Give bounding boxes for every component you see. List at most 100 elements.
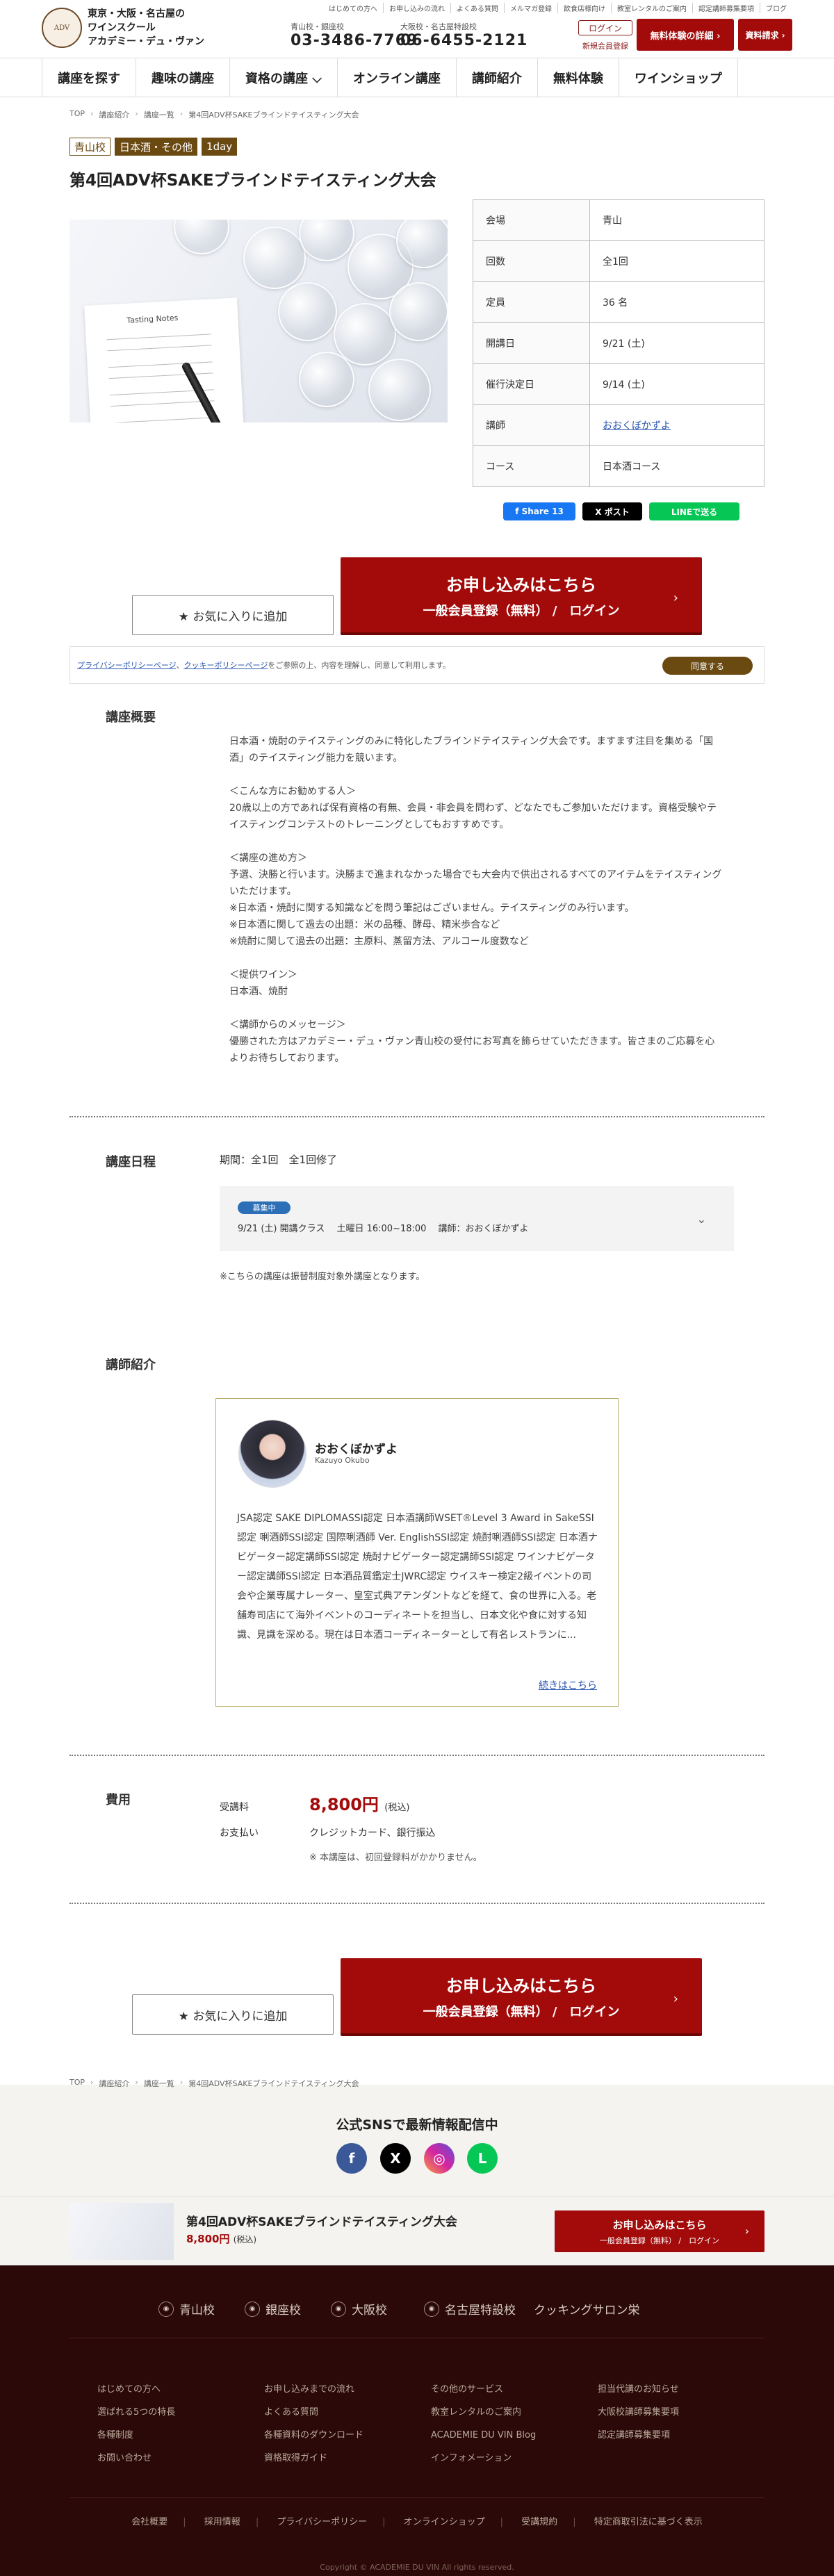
- cookie-agree-button[interactable]: 同意する: [662, 657, 753, 675]
- section-divider: [70, 1903, 764, 1904]
- table-row: 講師 おおくぼかずよ: [473, 404, 764, 446]
- teacher-link[interactable]: おおくぼかずよ: [603, 420, 671, 432]
- util-link[interactable]: お申し込みの流れ: [384, 3, 451, 13]
- footer-link[interactable]: よくある質問: [264, 2401, 363, 2424]
- apply-button[interactable]: お申し込みはこちら 一般会員登録（無料） / ログイン ›: [341, 557, 702, 635]
- footer-link[interactable]: はじめての方へ: [97, 2378, 175, 2401]
- wine-glass: [174, 220, 229, 254]
- chevron-down-icon[interactable]: ⌄: [697, 1213, 706, 1226]
- apply-button[interactable]: お申し込みはこちら 一般会員登録（無料） / ログイン ›: [341, 1958, 702, 2036]
- nav-wine-shop[interactable]: ワインショップ: [619, 58, 738, 97]
- footer-link[interactable]: インフォメーション: [431, 2447, 536, 2470]
- map-pin-icon: ◉: [331, 2301, 346, 2317]
- footer-column: その他のサービス 教室レンタルのご案内 ACADEMIE DU VIN Blog…: [431, 2378, 536, 2470]
- privacy-policy-link[interactable]: プライバシーポリシーページ: [77, 659, 177, 671]
- util-link[interactable]: はじめての方へ: [323, 3, 384, 13]
- facebook-icon[interactable]: f: [336, 2143, 367, 2174]
- footer-link[interactable]: オンラインショップ: [389, 2517, 500, 2527]
- line-icon[interactable]: L: [467, 2143, 498, 2174]
- footer-link[interactable]: 選ばれる5つの特長: [97, 2401, 175, 2424]
- breadcrumb-link[interactable]: 講座紹介: [99, 109, 129, 120]
- breadcrumb: TOP › 講座紹介 › 講座一覧 › 第4回ADV杯SAKEブラインドテイスティング…: [70, 109, 364, 120]
- footer-link[interactable]: 資格取得ガイド: [264, 2447, 363, 2470]
- cookie-consent-bar: プライバシーポリシーページ 、 クッキーポリシーページ をご参照の上、内容を理解…: [70, 646, 764, 684]
- wine-glass: [299, 352, 354, 407]
- util-link[interactable]: よくある質問: [451, 3, 505, 13]
- avatar: [238, 1420, 306, 1488]
- footer-link[interactable]: 各種制度: [97, 2424, 175, 2447]
- util-link[interactable]: メルマガ登録: [505, 3, 558, 13]
- wine-glass: [368, 359, 431, 421]
- facebook-share-button[interactable]: f Share 13: [503, 502, 575, 520]
- x-icon[interactable]: X: [380, 2143, 411, 2174]
- footer-link[interactable]: その他のサービス: [431, 2378, 536, 2401]
- footer-link[interactable]: 採用情報: [189, 2517, 256, 2527]
- site-footer: ◉ 青山校 ◉ 銀座校 ◉ 大阪校 ◉ 名古屋特設校 クッキングサロン栄 はじめての方へ…: [0, 2265, 834, 2576]
- login-button[interactable]: ログイン: [578, 20, 632, 35]
- util-link[interactable]: 認定講師募集要項: [693, 3, 760, 13]
- util-link[interactable]: 教室レンタルのご案内: [612, 3, 693, 13]
- footer-link[interactable]: お申し込みまでの流れ: [264, 2378, 363, 2401]
- sticky-price: 8,800円 (税込): [186, 2233, 257, 2245]
- footer-location-nagoya[interactable]: ◉ 名古屋特設校: [424, 2300, 516, 2317]
- site-logo[interactable]: ADV 東京・大阪・名古屋の ワインスクール アカデミー・デュ・ヴァン: [42, 7, 204, 49]
- footer-link[interactable]: 大阪校講師募集要項: [598, 2401, 679, 2424]
- sticky-title: 第4回ADV杯SAKEブラインドテイスティング大会: [186, 2215, 457, 2229]
- nav-online-courses[interactable]: オンライン講座: [338, 58, 457, 97]
- footer-link[interactable]: 教室レンタルのご案内: [431, 2401, 536, 2424]
- phone-tokyo[interactable]: 青山校・銀座校 03-3486-7769: [291, 21, 418, 49]
- request-docs-button[interactable]: 資料請求 ›: [738, 19, 792, 51]
- phone-osaka[interactable]: 大阪校・名古屋特設校 06-6455-2121: [400, 21, 528, 49]
- nav-certification-courses[interactable]: 資格の講座 ⌵: [230, 58, 338, 97]
- footer-link[interactable]: お問い合わせ: [97, 2447, 175, 2470]
- tag-school: 青山校: [70, 138, 111, 156]
- utility-links: はじめての方へ お申し込みの流れ よくある質問 メルマガ登録 飲食店様向け 教室…: [323, 3, 792, 13]
- nav-hobby-courses[interactable]: 趣味の講座: [136, 58, 230, 97]
- breadcrumb-link[interactable]: 講座紹介: [99, 2078, 129, 2089]
- footer-location-osaka[interactable]: ◉ 大阪校: [331, 2300, 387, 2317]
- course-thumbnail: [70, 2203, 174, 2260]
- footer-link[interactable]: プライバシーポリシー: [261, 2517, 382, 2527]
- footer-link[interactable]: 認定講師募集要項: [598, 2424, 679, 2447]
- util-link[interactable]: ブログ: [760, 3, 792, 13]
- footer-link[interactable]: 各種資料のダウンロード: [264, 2424, 363, 2447]
- sticky-apply-bar: 第4回ADV杯SAKEブラインドテイスティング大会 8,800円 (税込) お申…: [0, 2196, 834, 2265]
- x-post-button[interactable]: X ポスト: [582, 502, 642, 520]
- footer-link[interactable]: ACADEMIE DU VIN Blog: [431, 2424, 536, 2447]
- instagram-icon[interactable]: ◎: [424, 2143, 455, 2174]
- schedule-heading: 講座日程: [106, 1155, 156, 1170]
- global-nav: 講座を探す 趣味の講座 資格の講座 ⌵ オンライン講座 講師紹介 無料体験 ワイ…: [0, 58, 834, 97]
- course-photo: Tasting Notes: [70, 220, 448, 423]
- wine-glass: [389, 282, 448, 341]
- footer-link[interactable]: 受講規約: [506, 2517, 573, 2527]
- footer-link[interactable]: 会社概要: [116, 2517, 183, 2527]
- register-link[interactable]: 新規会員登録: [578, 40, 632, 51]
- tag-category: 日本酒・その他: [115, 138, 198, 156]
- footer-link[interactable]: 担当代講のお知らせ: [598, 2378, 679, 2401]
- nav-teachers[interactable]: 講師紹介: [457, 58, 538, 97]
- wine-glass: [334, 303, 396, 366]
- wine-glass: [278, 282, 337, 341]
- footer-location-ginza[interactable]: ◉ 銀座校: [245, 2300, 301, 2317]
- read-more-link[interactable]: 続きはこちら: [539, 1678, 597, 1692]
- add-favorite-button[interactable]: ★ お気に入りに追加: [132, 1994, 334, 2035]
- footer-location-aoyama[interactable]: ◉ 青山校: [158, 2300, 215, 2317]
- line-share-button[interactable]: LINEで送る: [649, 502, 739, 520]
- util-link[interactable]: 飲食店様向け: [558, 3, 612, 13]
- footer-salon-link[interactable]: クッキングサロン栄: [534, 2300, 640, 2317]
- breadcrumb-link[interactable]: 講座一覧: [144, 2078, 174, 2089]
- nav-free-trial[interactable]: 無料体験: [538, 58, 619, 97]
- footer-column: 担当代講のお知らせ 大阪校講師募集要項 認定講師募集要項: [598, 2378, 679, 2447]
- add-favorite-button[interactable]: ★ お気に入りに追加: [132, 595, 334, 635]
- wine-glass: [299, 220, 354, 261]
- free-trial-button[interactable]: 無料体験の詳細 ›: [637, 19, 734, 51]
- nav-search-courses[interactable]: 講座を探す: [42, 58, 136, 97]
- footer-link[interactable]: 特定商取引法に基づく表示: [579, 2517, 718, 2527]
- cookie-policy-link[interactable]: クッキーポリシーページ: [184, 659, 268, 671]
- breadcrumb-link[interactable]: 講座一覧: [144, 109, 174, 120]
- schedule-class-item[interactable]: 募集中 9/21 (土) 開講クラス 土曜日 16:00~18:00 講師：おお…: [220, 1186, 734, 1251]
- breadcrumb-link[interactable]: TOP: [70, 2078, 85, 2089]
- sticky-apply-button[interactable]: お申し込みはこちら 一般会員登録（無料） / ログイン ›: [555, 2210, 764, 2252]
- breadcrumb-separator: ›: [179, 109, 183, 118]
- breadcrumb-link[interactable]: TOP: [70, 109, 85, 120]
